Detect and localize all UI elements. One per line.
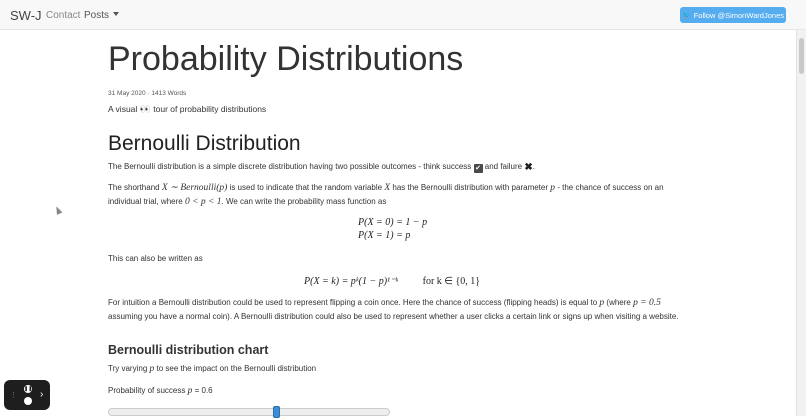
math-bernoulli-notation: X ∼ Bernoulli(p): [161, 183, 228, 193]
p1-text-a: The Bernoulli distribution is a simple d…: [108, 162, 472, 171]
chevron-down-icon: [113, 12, 120, 16]
eyes-icon: 👀: [139, 104, 151, 114]
math-p-range: 0 < p < 1: [184, 197, 222, 207]
p4-text-a: For intuition a Bernoulli distribution c…: [108, 298, 598, 307]
math-p-hint: p: [149, 364, 155, 374]
chart-hint: Try varying p to see the impact on the B…: [108, 362, 693, 376]
p1-text-c: .: [532, 162, 535, 171]
subtitle-text-end: tour of probability distributions: [153, 104, 267, 114]
math-p-half: p = 0.5: [633, 298, 661, 308]
navbar: SW-J Contact Posts 🐦 Follow @SimonWardJo…: [0, 0, 806, 30]
math-x: X: [384, 183, 391, 193]
page-title: Probability Distributions: [108, 40, 464, 78]
post-subtitle: A visual 👀 tour of probability distribut…: [108, 104, 266, 115]
equation-x0: P(X = 0) = 1 − p: [358, 217, 428, 228]
hint-text-b: to see the impact on the Bernoulli distr…: [156, 364, 317, 373]
chevron-right-icon[interactable]: ›: [40, 389, 43, 400]
intro-paragraph: The Bernoulli distribution is a simple d…: [108, 160, 693, 174]
equation-general: P(X = k) = pᵏ(1 − p)¹⁻ᵏ: [304, 276, 399, 287]
follow-label: Follow @SimonWardJones: [693, 10, 784, 20]
p4-text-b: (where: [606, 298, 631, 307]
cross-icon: ✖: [524, 162, 533, 173]
page-scrollbar[interactable]: [796, 30, 806, 416]
scrollbar-thumb[interactable]: [799, 38, 804, 74]
hint-text-a: Try varying: [108, 364, 148, 373]
p2-text-b: is used to indicate that the random vari…: [229, 183, 383, 192]
nav-posts-label: Posts: [84, 10, 110, 21]
chart-title: Bernoulli distribution chart: [108, 343, 269, 357]
pmf-general-equation: P(X = k) = pᵏ(1 − p)¹⁻ᵏ for k ∈ {0, 1}: [304, 276, 480, 287]
pmf-equations: P(X = 0) = 1 − p P(X = 1) = p: [358, 216, 427, 242]
prob-label-text: Probability of success: [108, 386, 186, 395]
shorthand-paragraph: The shorthand X ∼ Bernoulli(p) is used t…: [108, 181, 693, 209]
p2-text-a: The shorthand: [108, 183, 160, 192]
slider-handle[interactable]: [272, 406, 280, 418]
check-icon: ✔: [473, 164, 483, 173]
pause-icon[interactable]: ❚❚: [24, 385, 32, 393]
math-p-inline: p: [599, 298, 605, 308]
twitter-follow-button[interactable]: 🐦 Follow @SimonWardJones: [680, 7, 786, 23]
recording-controls: ⋮ ❚❚ ›: [4, 380, 50, 410]
math-p-prob: p: [187, 386, 193, 396]
twitter-icon: 🐦: [681, 12, 691, 19]
p2-text-e: . We can write the probability mass func…: [221, 197, 387, 206]
drag-handle-icon[interactable]: ⋮: [10, 391, 18, 399]
nav-contact-link[interactable]: Contact: [46, 10, 80, 21]
p4-text-c: assuming you have a normal coin). A Bern…: [108, 312, 679, 321]
equation-x1: P(X = 1) = p: [358, 230, 411, 241]
subtitle-text-start: A visual: [108, 104, 138, 114]
brand-link[interactable]: SW-J: [10, 8, 42, 23]
probability-label: Probability of success p = 0.6: [108, 384, 693, 398]
probability-slider[interactable]: [108, 406, 390, 418]
post-meta: 31 May 2020 · 1413 Words: [108, 90, 187, 97]
stop-icon[interactable]: [24, 397, 32, 405]
p2-text-c: has the Bernoulli distribution with para…: [392, 183, 549, 192]
nav-posts-dropdown[interactable]: Posts: [84, 10, 120, 21]
prob-value: = 0.6: [194, 386, 213, 395]
math-p: p: [550, 183, 555, 193]
equation-condition: for k ∈ {0, 1}: [422, 276, 481, 287]
alt-form-paragraph: This can also be written as: [108, 254, 203, 263]
p1-text-b: and failure: [484, 162, 523, 171]
intuition-paragraph: For intuition a Bernoulli distribution c…: [108, 296, 693, 323]
mouse-cursor-icon: [53, 205, 63, 215]
section-title: Bernoulli Distribution: [108, 132, 301, 155]
